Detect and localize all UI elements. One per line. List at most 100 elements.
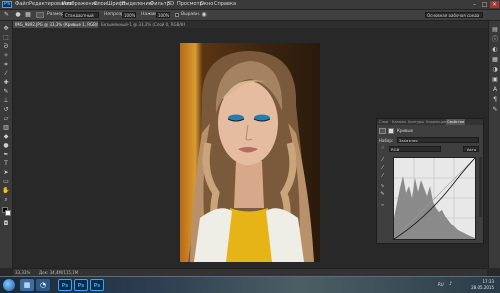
pressure-icon[interactable]: ◉ <box>200 11 208 19</box>
paragraph-panel-icon[interactable]: ¶ <box>491 95 499 104</box>
menu-view[interactable]: Просмотр <box>177 0 203 9</box>
brush-preset-icon[interactable]: ● <box>14 11 22 19</box>
portrait-photo <box>188 51 314 262</box>
styles-panel-icon[interactable]: ▣ <box>491 75 499 84</box>
history-brush-tool-icon[interactable]: ↺ <box>2 106 10 114</box>
zoom-level[interactable]: 33,33% <box>15 269 30 276</box>
menu-3d[interactable]: 3D <box>167 0 174 9</box>
properties-panel: Слои Каналы Контуры Коррекция Свойства К… <box>376 118 484 244</box>
marquee-tool-icon[interactable]: ⬚ <box>2 34 10 42</box>
opacity-field[interactable]: 100% <box>122 12 136 18</box>
character-panel-icon[interactable]: A <box>491 85 499 94</box>
channel-select[interactable]: RGB <box>389 146 441 152</box>
eraser-tool-icon[interactable]: ▱ <box>2 115 10 123</box>
pen-tool-icon[interactable]: ✒ <box>2 151 10 159</box>
history-panel-icon[interactable]: ▤ <box>491 25 499 34</box>
tab-properties[interactable]: Свойства <box>446 119 466 125</box>
maximize-icon[interactable]: □ <box>480 1 489 8</box>
taskbar-photoshop-3[interactable]: Ps <box>90 279 104 291</box>
curves-adjustment-icon <box>379 128 386 134</box>
minimize-icon[interactable]: – <box>470 1 479 8</box>
document-image[interactable] <box>180 43 320 262</box>
curves-graph[interactable] <box>393 157 476 240</box>
auto-button[interactable]: Авто <box>463 146 479 152</box>
gray-point-eyedropper-icon[interactable]: ⁄ <box>379 165 386 172</box>
menu-layers[interactable]: Слои <box>94 0 107 9</box>
menu-bar: Ps Файл Редактирование Изображение Слои … <box>0 0 500 10</box>
taskbar: ▦ ◔ Ps Ps Ps RU ♪ 17:33 28.05.2015 <box>0 276 500 293</box>
panel-title: Кривые <box>397 128 413 133</box>
shape-tool-icon[interactable]: ▭ <box>2 178 10 186</box>
clone-stamp-tool-icon[interactable]: ⊥ <box>2 97 10 105</box>
blur-tool-icon[interactable]: ◆ <box>2 133 10 141</box>
status-bar: 33,33% Док: 34,4M/115,1M <box>13 268 487 276</box>
align-label: Выравн. <box>181 12 201 17</box>
tools-panel: ✥ ⬚ ᘐ ✧ ⌗ ⁄ ✚ ✎ ⊥ ↺ ▱ ▥ ◆ ● ✒ T ➤ ▭ ✋ ⌕ … <box>0 21 13 268</box>
layer-mask-icon[interactable] <box>388 128 394 134</box>
menu-select[interactable]: Выделение <box>122 0 152 9</box>
explorer-icon[interactable]: ▦ <box>20 279 34 291</box>
curve-point-icon[interactable]: ∿ <box>379 183 386 190</box>
workspace-select[interactable]: Основная рабочая среда <box>425 12 483 18</box>
quick-select-tool-icon[interactable]: ✧ <box>2 52 10 60</box>
crop-tool-icon[interactable]: ⌗ <box>2 61 10 69</box>
menu-help[interactable]: Справка <box>214 0 236 9</box>
brush-panel-icon[interactable]: ✎ <box>491 105 499 114</box>
color-panel-icon[interactable]: ◐ <box>491 45 499 54</box>
preset-select[interactable]: Заказная <box>397 137 479 143</box>
volume-icon[interactable]: ♪ <box>449 281 455 287</box>
adjustments-panel-icon[interactable]: ◑ <box>491 65 499 74</box>
on-image-adjust-icon[interactable]: ☝ <box>379 145 386 152</box>
options-bar: ✎ ● ▦ Размер: Стандартный Непрозр.: 100%… <box>0 10 500 21</box>
menu-image[interactable]: Изображение <box>62 0 98 9</box>
panel-dock: ▤ ⓘ ◐ ▦ ◑ ▣ A ¶ ✎ <box>488 21 500 268</box>
clock-time[interactable]: 17:33 <box>462 279 494 284</box>
white-point-eyedropper-icon[interactable]: ⁄ <box>379 173 386 180</box>
tab-img-9892[interactable]: IMG_9892.JPG @ 33,3% (Кривые 1, RGB/8*) … <box>13 21 98 28</box>
tab-untitled-1[interactable]: Безымянный-1 @ 33,3% (Слой 0, RGB/8#) * <box>99 21 185 28</box>
language-indicator[interactable]: RU <box>438 282 444 287</box>
swatches-panel-icon[interactable]: ▦ <box>491 55 499 64</box>
smooth-icon[interactable]: ≈ <box>379 201 386 208</box>
close-icon[interactable]: ✕ <box>490 1 499 8</box>
preset-label: Набор: <box>379 138 394 143</box>
taskbar-photoshop-1[interactable]: Ps <box>58 279 72 291</box>
browser-icon[interactable]: ◔ <box>36 279 50 291</box>
photoshop-logo-icon: Ps <box>2 1 12 8</box>
tab-adjustments[interactable]: Коррекция <box>425 119 447 125</box>
path-select-tool-icon[interactable]: ➤ <box>2 169 10 177</box>
menu-window[interactable]: Окно <box>200 0 213 9</box>
pencil-draw-icon[interactable]: ✎ <box>379 191 386 198</box>
hand-tool-icon[interactable]: ✋ <box>2 187 10 195</box>
curves-histogram <box>393 157 476 240</box>
doc-size: Док: 34,4M/115,1M <box>39 270 79 275</box>
move-tool-icon[interactable]: ✥ <box>2 25 10 33</box>
gradient-tool-icon[interactable]: ▥ <box>2 124 10 132</box>
background-color-icon[interactable] <box>5 210 11 216</box>
start-icon[interactable] <box>3 279 15 291</box>
mode-swatch-icon[interactable] <box>36 12 44 18</box>
healing-brush-tool-icon[interactable]: ✚ <box>2 79 10 87</box>
black-point-eyedropper-icon[interactable]: ⁄ <box>379 157 386 164</box>
taskbar-photoshop-2[interactable]: Ps <box>74 279 88 291</box>
tab-paths[interactable]: Контуры <box>407 119 425 125</box>
align-checkbox[interactable] <box>175 13 179 17</box>
type-tool-icon[interactable]: T <box>2 160 10 168</box>
zoom-tool-icon[interactable]: ⌕ <box>2 196 10 204</box>
eyedropper-tool-icon[interactable]: ⁄ <box>2 70 10 78</box>
tab-channels[interactable]: Каналы <box>391 119 407 125</box>
brush-panel-icon[interactable]: ▦ <box>24 11 32 19</box>
quick-mask-icon[interactable]: ◘ <box>2 220 10 228</box>
document-tabs: IMG_9892.JPG @ 33,3% (Кривые 1, RGB/8*) … <box>13 21 500 28</box>
menu-file[interactable]: Файл <box>15 0 29 9</box>
size-select[interactable]: Стандартный <box>63 12 99 18</box>
tab-layers[interactable]: Слои <box>378 119 389 125</box>
tool-preset-icon[interactable]: ✎ <box>2 11 11 19</box>
flow-field[interactable]: 100% <box>156 12 170 18</box>
panel-scrollbar[interactable] <box>479 157 482 217</box>
info-panel-icon[interactable]: ⓘ <box>491 35 499 44</box>
dodge-tool-icon[interactable]: ● <box>2 142 10 150</box>
brush-tool-icon[interactable]: ✎ <box>2 88 10 96</box>
lasso-tool-icon[interactable]: ᘐ <box>2 43 10 51</box>
clock-date[interactable]: 28.05.2015 <box>462 285 494 290</box>
